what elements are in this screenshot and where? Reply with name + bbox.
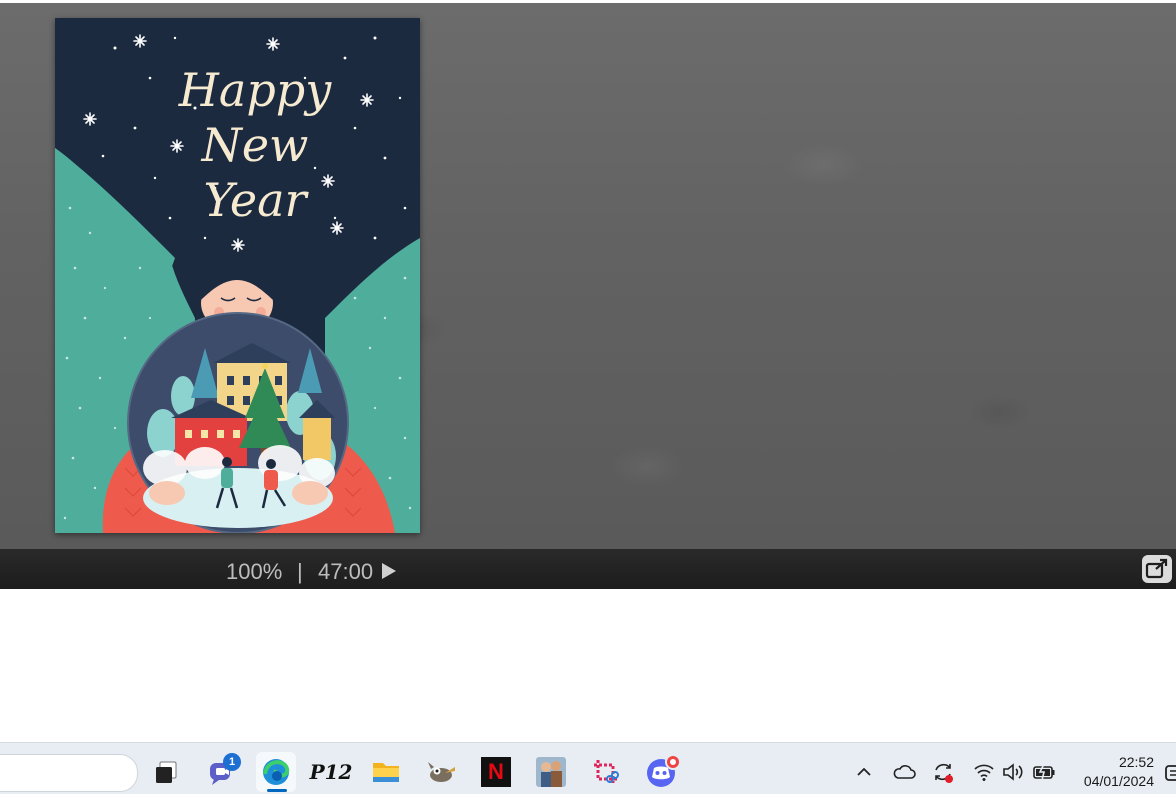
gimp-icon bbox=[428, 762, 455, 782]
volume-button[interactable] bbox=[1001, 760, 1025, 784]
file-explorer-button[interactable] bbox=[366, 752, 406, 792]
wifi-button[interactable] bbox=[972, 760, 996, 784]
edge-browser-button[interactable] bbox=[256, 752, 296, 792]
edge-icon bbox=[263, 759, 290, 785]
stage-top-border bbox=[0, 0, 1176, 3]
badge-dot-icon bbox=[670, 759, 676, 765]
cloud-icon bbox=[893, 765, 916, 779]
slideshow-stage: Happy New Year bbox=[0, 0, 1176, 549]
sync-status-button[interactable] bbox=[931, 760, 955, 784]
taskbar-clock[interactable]: 22:52 04/01/2024 bbox=[1062, 754, 1154, 789]
active-app-indicator bbox=[267, 789, 287, 792]
speaker-icon bbox=[1003, 763, 1023, 781]
task-view-button[interactable] bbox=[146, 752, 186, 792]
discord-notification-badge bbox=[665, 754, 681, 770]
notification-icon bbox=[1165, 765, 1176, 781]
greeting-line-3: Year bbox=[203, 173, 309, 227]
current-slide[interactable]: Happy New Year bbox=[55, 18, 420, 533]
chat-notification-badge: 1 bbox=[223, 753, 241, 771]
popout-window-button[interactable] bbox=[1142, 555, 1172, 583]
slideshow-status-bar: 100% | 47:00 bbox=[0, 549, 1176, 589]
battery-charging-icon bbox=[1033, 763, 1055, 781]
wifi-icon bbox=[974, 764, 994, 781]
onedrive-button[interactable] bbox=[892, 760, 916, 784]
status-separator: | bbox=[297, 559, 303, 584]
battery-button[interactable] bbox=[1032, 760, 1056, 784]
gimp-button[interactable] bbox=[421, 752, 461, 792]
sync-icon bbox=[935, 763, 953, 783]
play-icon[interactable] bbox=[382, 563, 396, 579]
zoom-level[interactable]: 100% bbox=[226, 559, 282, 585]
taskbar-search-box[interactable] bbox=[0, 754, 138, 792]
task-view-icon bbox=[156, 761, 177, 783]
netflix-button[interactable]: N bbox=[476, 752, 516, 792]
snipping-tool-button[interactable] bbox=[586, 752, 626, 792]
greeting-line-2: New bbox=[201, 118, 309, 172]
snipping-tool-icon bbox=[594, 760, 619, 783]
clock-time: 22:52 bbox=[1118, 754, 1154, 770]
popout-icon bbox=[1145, 558, 1168, 579]
p12-app-button[interactable]: P12 bbox=[309, 752, 353, 792]
chevron-up-icon bbox=[857, 767, 871, 776]
game-app-button[interactable] bbox=[531, 752, 571, 792]
netflix-icon: N bbox=[481, 757, 511, 787]
slide-artwork: Happy New Year bbox=[55, 18, 420, 533]
greeting-line-1: Happy bbox=[178, 63, 332, 117]
show-hidden-icons-button[interactable] bbox=[852, 760, 876, 784]
p12-logo-icon: P12 bbox=[309, 760, 353, 784]
game-characters-icon bbox=[536, 757, 566, 787]
presentation-timer: 47:00 bbox=[318, 559, 374, 584]
folder-icon bbox=[373, 763, 399, 782]
clock-date: 04/01/2024 bbox=[1083, 773, 1154, 789]
notification-bell-button[interactable] bbox=[1164, 762, 1176, 784]
